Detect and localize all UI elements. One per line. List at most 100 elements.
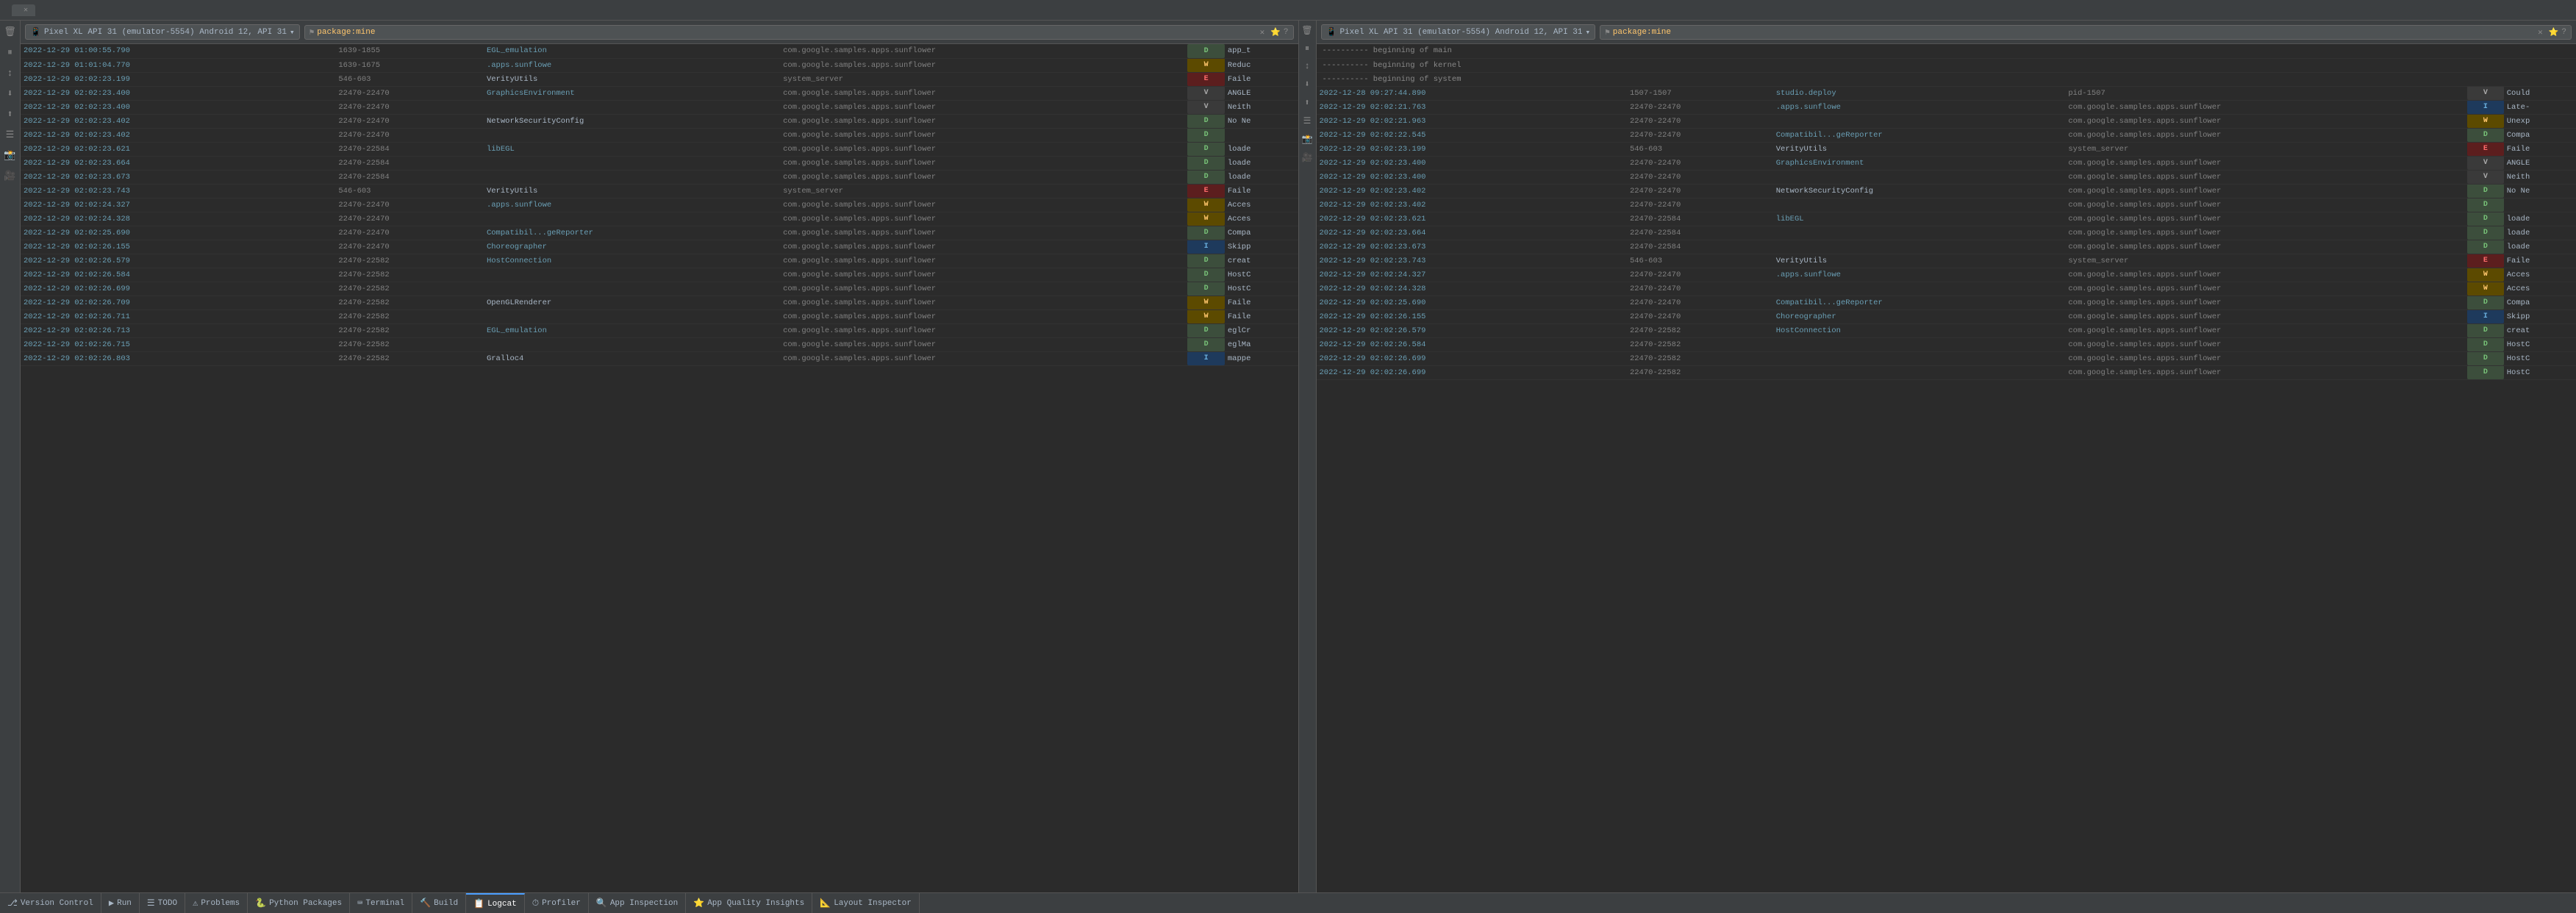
log-package: com.google.samples.apps.sunflower — [2065, 212, 2467, 226]
log-tag — [484, 212, 780, 226]
right-log-content[interactable]: ---------- beginning of main---------- b… — [1317, 44, 2576, 892]
left-filter-box[interactable]: ⚑ package:mine ✕ ⭐ ? — [304, 25, 1294, 40]
logcat-tab[interactable]: ✕ — [12, 4, 35, 16]
log-pid: 22470-22470 — [335, 100, 484, 114]
left-device-selector[interactable]: 📱 Pixel XL API 31 (emulator-5554) Androi… — [25, 24, 300, 40]
right-up-icon[interactable]: ⬆ — [1303, 96, 1311, 110]
status-item-build[interactable]: 🔨Build — [412, 893, 466, 913]
log-tag — [1773, 365, 2066, 379]
log-tag: EGL_emulation — [484, 44, 780, 58]
status-item-python-packages[interactable]: 🐍Python Packages — [248, 893, 350, 913]
sidebar-down-icon[interactable]: ⬇ — [2, 85, 18, 101]
table-row: 2022-12-29 02:02:21.76322470-22470.apps.… — [1317, 100, 2576, 114]
right-list-icon[interactable]: ☰ — [1302, 114, 1313, 128]
sidebar-video-icon[interactable]: 🎥 — [2, 168, 18, 184]
right-camera-icon[interactable]: 📸 — [1300, 132, 1314, 146]
left-log-content[interactable]: 2022-12-29 01:00:55.7901639-1855EGL_emul… — [21, 44, 1298, 892]
log-message: Acces — [2504, 282, 2576, 296]
log-package: com.google.samples.apps.sunflower — [780, 128, 1187, 142]
status-item-app-quality-insights[interactable]: ⭐App Quality Insights — [686, 893, 812, 913]
status-item-version-control[interactable]: ⎇Version Control — [0, 893, 101, 913]
table-row: 2022-12-29 02:02:23.67322470-22584com.go… — [21, 170, 1298, 184]
status-item-terminal[interactable]: ⌨Terminal — [350, 893, 412, 913]
log-date: 2022-12-29 02:02:26.715 — [21, 337, 335, 351]
table-row: 2022-12-29 02:02:24.32722470-22470.apps.… — [1317, 268, 2576, 282]
log-date: 2022-12-29 02:02:23.400 — [1317, 170, 1627, 184]
status-item-run[interactable]: ▶Run — [101, 893, 140, 913]
right-filter-help-icon[interactable]: ? — [2561, 28, 2566, 37]
right-down-icon[interactable]: ⬇ — [1303, 77, 1311, 91]
log-level: D — [1187, 142, 1224, 156]
log-message: Compa — [2504, 296, 2576, 309]
log-tag: Choreographer — [484, 240, 780, 254]
right-device-label: Pixel XL API 31 (emulator-5554) Android … — [1339, 28, 1582, 37]
log-package: com.google.samples.apps.sunflower — [780, 142, 1187, 156]
log-level: V — [2467, 86, 2504, 100]
log-package: com.google.samples.apps.sunflower — [2065, 170, 2467, 184]
left-filter-clear-button[interactable]: ✕ — [1260, 27, 1265, 37]
log-message: HostC — [2504, 365, 2576, 379]
log-pid: 22470-22470 — [1627, 170, 1773, 184]
log-message: Neith — [2504, 170, 2576, 184]
status-icon-todo: ☰ — [147, 898, 155, 909]
log-package: com.google.samples.apps.sunflower — [780, 323, 1187, 337]
status-label: Terminal — [365, 899, 404, 908]
left-device-label: Pixel XL API 31 (emulator-5554) Android … — [44, 28, 287, 37]
right-device-selector[interactable]: 📱 Pixel XL API 31 (emulator-5554) Androi… — [1321, 24, 1596, 40]
status-item-profiler[interactable]: ⏱Profiler — [525, 893, 589, 913]
log-package: com.google.samples.apps.sunflower — [2065, 365, 2467, 379]
right-filter-bookmark-icon[interactable]: ⭐ — [2549, 27, 2559, 37]
status-icon-problems: ⚠ — [193, 898, 198, 909]
right-pause-icon[interactable]: ⏸ — [1303, 42, 1311, 55]
sidebar-up-icon[interactable]: ⬆ — [2, 106, 18, 122]
log-message: Acces — [1225, 212, 1298, 226]
status-item-todo[interactable]: ☰TODO — [140, 893, 185, 913]
log-message: Reduc — [1225, 58, 1298, 72]
sidebar-pause-icon[interactable]: ⏸ — [2, 44, 18, 60]
log-package: system_server — [2065, 254, 2467, 268]
table-row: 2022-12-29 02:02:26.58422470-22582com.go… — [21, 268, 1298, 282]
log-date: 2022-12-29 02:02:23.621 — [21, 142, 335, 156]
status-item-logcat[interactable]: 📋Logcat — [466, 893, 525, 913]
status-item-layout-inspector[interactable]: 📐Layout Inspector — [812, 893, 920, 913]
log-level: E — [1187, 184, 1224, 198]
table-row: ---------- beginning of system — [1317, 72, 2576, 86]
log-date: 2022-12-29 02:02:23.673 — [1317, 240, 1627, 254]
log-pid: 22470-22470 — [1627, 100, 1773, 114]
right-scroll-icon[interactable]: ↕ — [1303, 60, 1311, 73]
tab-close-button[interactable]: ✕ — [24, 6, 28, 15]
right-clear-icon[interactable]: 🗑 — [1300, 24, 1314, 37]
log-level: D — [1187, 170, 1224, 184]
log-pid: 22470-22470 — [335, 128, 484, 142]
log-message: loade — [2504, 240, 2576, 254]
sidebar-camera-icon[interactable]: 📸 — [2, 147, 18, 163]
log-level: E — [1187, 72, 1224, 86]
log-package: com.google.samples.apps.sunflower — [780, 268, 1187, 282]
log-date: 2022-12-29 02:02:23.621 — [1317, 212, 1627, 226]
right-filter-box[interactable]: ⚑ package:mine ✕ ⭐ ? — [1600, 25, 2572, 40]
log-tag: HostConnection — [484, 254, 780, 268]
log-package: com.google.samples.apps.sunflower — [2065, 184, 2467, 198]
log-date: 2022-12-29 02:02:23.402 — [21, 114, 335, 128]
log-date: 2022-12-29 02:02:23.664 — [21, 156, 335, 170]
left-log-panel: 📱 Pixel XL API 31 (emulator-5554) Androi… — [21, 21, 1299, 892]
status-item-problems[interactable]: ⚠Problems — [185, 893, 248, 913]
right-video-icon[interactable]: 🎥 — [1300, 151, 1314, 165]
sidebar-scroll-icon[interactable]: ↕ — [2, 65, 18, 81]
log-package: com.google.samples.apps.sunflower — [780, 114, 1187, 128]
log-pid: 1639-1855 — [335, 44, 484, 58]
left-filter-help-icon[interactable]: ? — [1284, 28, 1289, 37]
table-row: 2022-12-29 02:02:26.69922470-22582com.go… — [21, 282, 1298, 296]
sidebar-clear-icon[interactable]: 🗑 — [2, 24, 18, 40]
log-date: 2022-12-29 02:02:26.579 — [21, 254, 335, 268]
sidebar-list-icon[interactable]: ☰ — [2, 126, 18, 143]
status-item-app-inspection[interactable]: 🔍App Inspection — [589, 893, 686, 913]
right-filter-clear-button[interactable]: ✕ — [2538, 27, 2543, 37]
log-date: 2022-12-29 02:02:23.402 — [21, 128, 335, 142]
table-row: 2022-12-29 02:02:23.40222470-22470com.go… — [1317, 198, 2576, 212]
log-level: I — [2467, 100, 2504, 114]
table-row: 2022-12-29 02:02:23.40222470-22470 com.go… — [21, 128, 1298, 142]
log-date: 2022-12-29 02:02:26.699 — [1317, 351, 1627, 365]
left-filter-bookmark-icon[interactable]: ⭐ — [1270, 27, 1281, 37]
log-message: eglCr — [1225, 323, 1298, 337]
